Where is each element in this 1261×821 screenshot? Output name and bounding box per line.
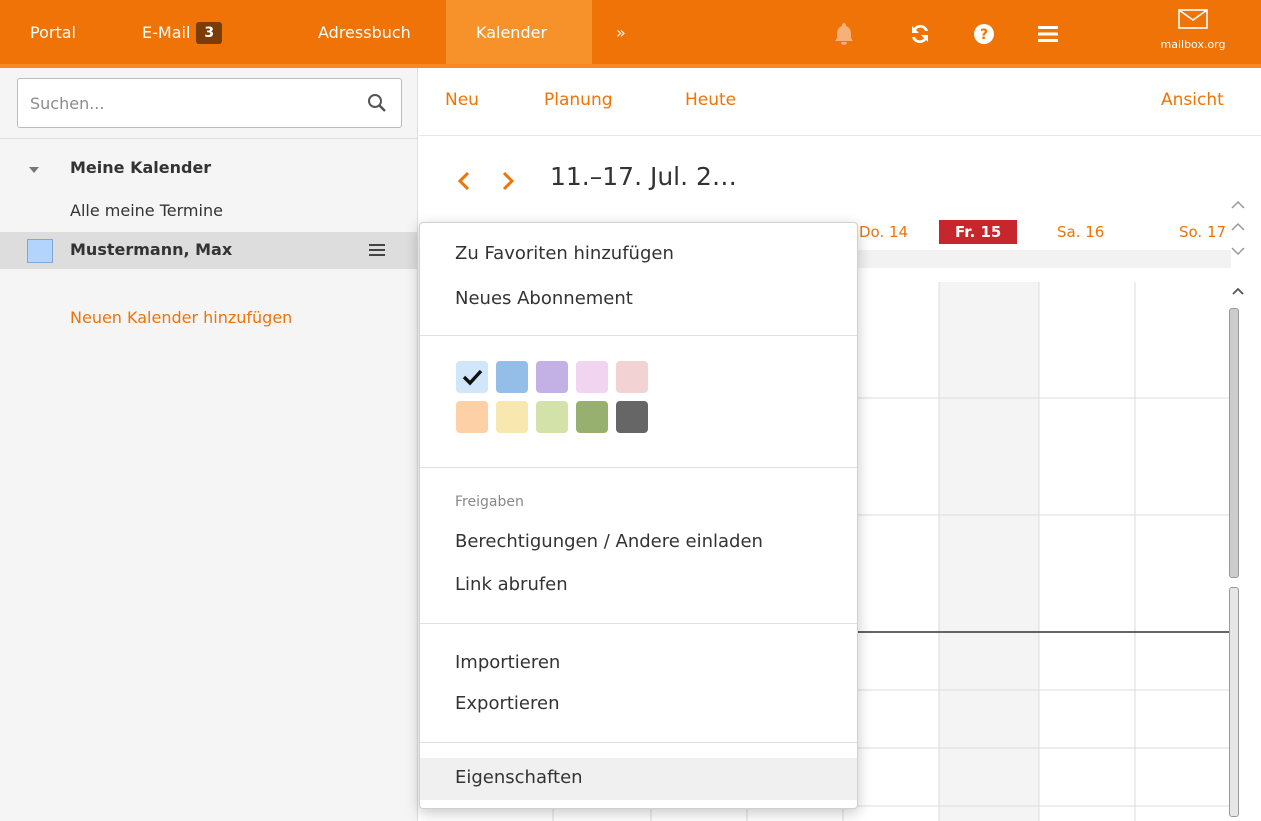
color-swatch[interactable] xyxy=(496,361,528,393)
color-swatch[interactable] xyxy=(536,401,568,433)
scroll-thumb-secondary[interactable] xyxy=(1229,587,1239,817)
logo-text: mailbox.org xyxy=(1160,38,1226,51)
color-swatch[interactable] xyxy=(456,361,488,393)
color-swatch[interactable] xyxy=(616,401,648,433)
sidebar-divider xyxy=(0,138,418,139)
all-appointments-item[interactable]: Alle meine Termine xyxy=(70,201,223,220)
checkmark-icon xyxy=(462,369,483,386)
header-scroll-arrows[interactable] xyxy=(1227,190,1249,260)
logo-envelope-icon xyxy=(1178,9,1208,29)
week-title: 11.–17. Jul. 2… xyxy=(550,162,737,191)
nav-more-label: » xyxy=(616,23,626,42)
left-sidebar: Meine Kalender Alle meine Termine Muster… xyxy=(0,68,418,821)
chevron-right-icon[interactable] xyxy=(499,170,517,192)
import-item[interactable]: Importieren xyxy=(455,652,560,673)
unread-badge: 3 xyxy=(196,22,223,44)
search-input[interactable] xyxy=(30,79,350,127)
new-button[interactable]: Neu xyxy=(445,90,479,110)
day-header-thu[interactable]: Do. 14 xyxy=(851,220,916,244)
svg-text:?: ? xyxy=(980,27,988,43)
day-header-fri-today[interactable]: Fr. 15 xyxy=(939,220,1018,244)
new-subscription-item[interactable]: Neues Abonnement xyxy=(455,288,633,309)
calendar-row-mustermann[interactable]: Mustermann, Max xyxy=(0,232,418,269)
nav-addressbook[interactable]: Adressbuch xyxy=(302,0,427,64)
menu-divider xyxy=(420,742,857,743)
day-header-sun[interactable]: So. 17 xyxy=(1171,220,1234,244)
color-swatch[interactable] xyxy=(576,361,608,393)
grid-scrollbar[interactable] xyxy=(1227,282,1249,821)
nav-calendar[interactable]: Kalender xyxy=(446,0,592,64)
day-header-sat[interactable]: Sa. 16 xyxy=(1049,220,1112,244)
properties-item[interactable]: Eigenschaften xyxy=(455,767,583,788)
shares-header: Freigaben xyxy=(455,494,524,510)
view-button[interactable]: Ansicht xyxy=(1161,90,1224,110)
nav-portal[interactable]: Portal xyxy=(14,0,92,64)
today-button[interactable]: Heute xyxy=(685,90,736,110)
menu-divider xyxy=(420,467,857,468)
top-navigation-bar: Portal E-Mail 3 Adressbuch Kalender » ? m… xyxy=(0,0,1261,68)
scroll-thumb[interactable] xyxy=(1229,308,1239,578)
nav-calendar-label: Kalender xyxy=(476,23,548,42)
menu-divider xyxy=(420,623,857,624)
search-icon[interactable] xyxy=(367,93,387,113)
search-box xyxy=(17,78,402,128)
chevron-left-icon[interactable] xyxy=(455,170,473,192)
nav-addressbook-label: Adressbuch xyxy=(318,23,411,42)
help-icon[interactable]: ? xyxy=(970,20,998,48)
nav-portal-label: Portal xyxy=(30,23,76,42)
menu-icon[interactable] xyxy=(1034,20,1062,48)
export-item[interactable]: Exportieren xyxy=(455,693,559,714)
nav-email-label: E-Mail xyxy=(142,23,191,42)
color-swatch[interactable] xyxy=(576,401,608,433)
get-link-item[interactable]: Link abrufen xyxy=(455,574,568,595)
add-favorite-item[interactable]: Zu Favoriten hinzufügen xyxy=(455,243,674,264)
my-calendars-title[interactable]: Meine Kalender xyxy=(70,158,211,177)
color-swatch[interactable] xyxy=(616,361,648,393)
nav-email[interactable]: E-Mail 3 xyxy=(126,0,238,64)
calendar-color-swatch[interactable] xyxy=(27,239,53,263)
calendar-toolbar: Neu Planung Heute Ansicht xyxy=(419,68,1261,136)
color-swatch[interactable] xyxy=(536,361,568,393)
bell-icon[interactable] xyxy=(830,20,858,48)
nav-more[interactable]: » xyxy=(600,0,642,64)
permissions-item[interactable]: Berechtigungen / Andere einladen xyxy=(455,531,763,552)
calendar-name: Mustermann, Max xyxy=(70,240,233,259)
caret-down-icon[interactable] xyxy=(26,164,42,176)
menu-divider xyxy=(420,335,857,336)
color-swatch[interactable] xyxy=(456,401,488,433)
mailbox-logo[interactable]: mailbox.org xyxy=(1143,8,1243,60)
refresh-icon[interactable] xyxy=(906,20,934,48)
hamburger-icon[interactable] xyxy=(366,240,388,260)
add-calendar-link[interactable]: Neuen Kalender hinzufügen xyxy=(70,308,292,327)
planning-button[interactable]: Planung xyxy=(544,90,613,110)
calendar-context-menu: Zu Favoriten hinzufügen Neues Abonnement… xyxy=(419,222,858,809)
scroll-up-icon[interactable] xyxy=(1230,284,1246,298)
color-swatch[interactable] xyxy=(496,401,528,433)
